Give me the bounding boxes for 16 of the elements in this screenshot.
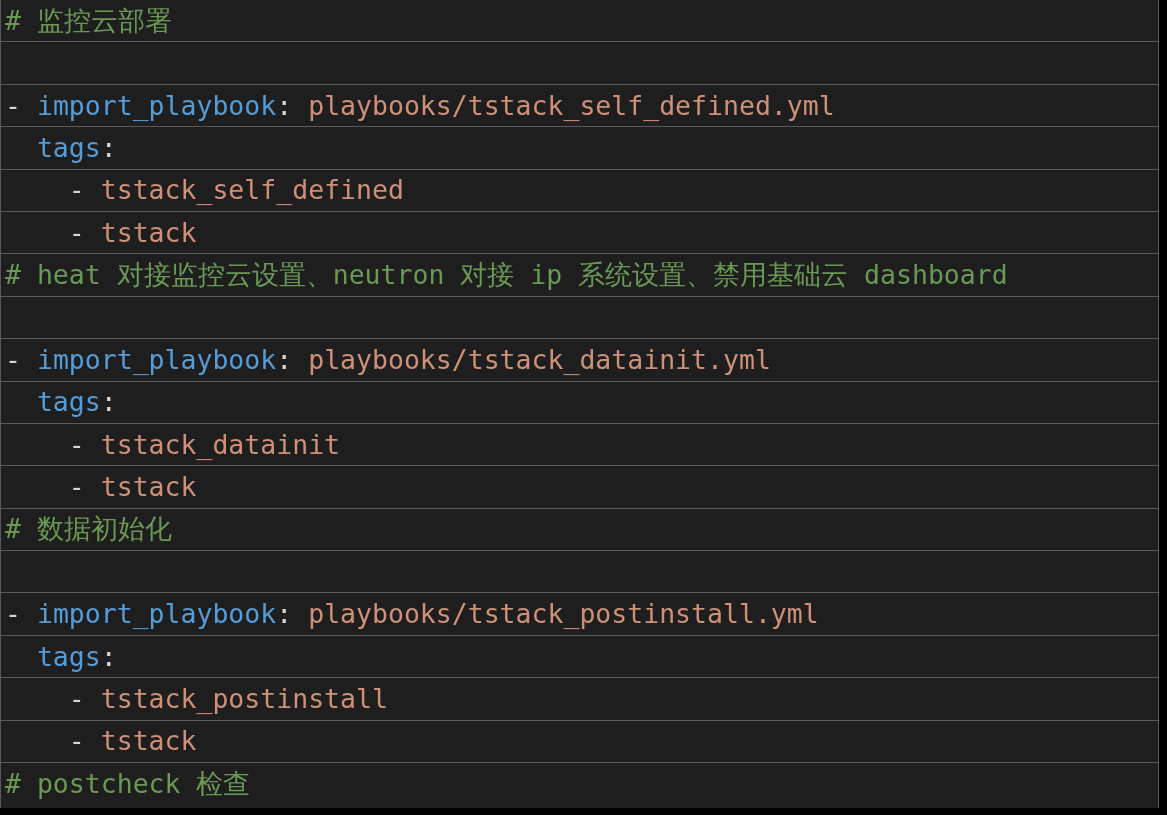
code-line: - tstack	[1, 720, 1158, 764]
code-line: tags:	[1, 635, 1158, 679]
code-line: - tstack_self_defined	[1, 169, 1158, 212]
code-line: - import_playbook: playbooks/tstack_postinstall.yml	[1, 593, 1158, 636]
code-line: tags:	[1, 381, 1158, 424]
code-line: - tstack_datainit	[1, 423, 1158, 467]
code-line: - tstack_postinstall	[1, 678, 1158, 721]
code-line: - import_playbook: playbooks/tstack_datainit.yml	[1, 339, 1158, 382]
code-line: - tstack	[1, 466, 1158, 509]
code-line: # 数据初始化	[1, 508, 1158, 552]
code-line: - tstack	[1, 211, 1158, 255]
code-line: # heat 对接监控云设置、neutron 对接 ip 系统设置、禁用基础云 dashboard	[1, 254, 1158, 297]
code-line: - import_playbook: playbooks/tstack_self_defined.yml	[1, 84, 1158, 128]
code-line: # postcheck 检查	[4, 767, 252, 802]
code-line: tags:	[1, 127, 1158, 170]
code-line: # 监控云部署	[1, 0, 1158, 43]
